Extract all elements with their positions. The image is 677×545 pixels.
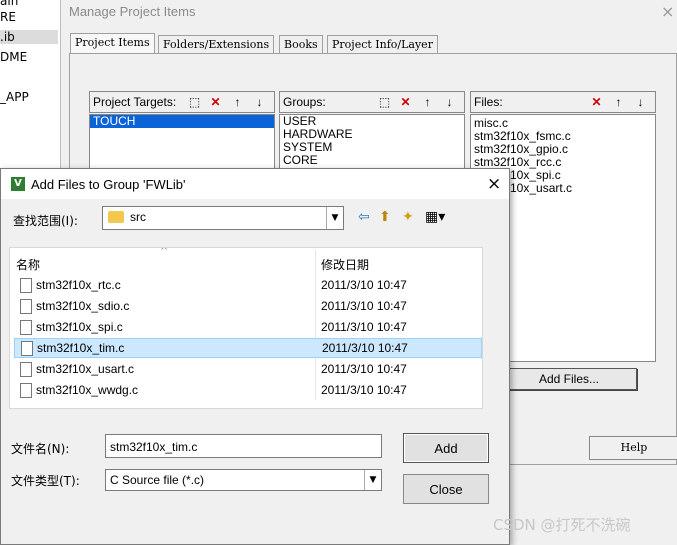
chevron-down-icon[interactable]: ▼ — [326, 207, 343, 229]
tree-item-selected[interactable]: .ib — [0, 30, 58, 44]
file-icon — [20, 320, 32, 335]
file-name: stm32f10x_tim.c — [37, 341, 125, 355]
table-row[interactable]: stm32f10x_spi.c 2011/3/10 10:47 — [14, 317, 480, 337]
table-row[interactable]: stm32f10x_tim.c 2011/3/10 10:47 — [14, 338, 482, 358]
groups-label: Groups: — [283, 95, 326, 109]
tab-books[interactable]: Books — [279, 35, 323, 53]
lookin-label: 查找范围(I): — [13, 214, 78, 228]
table-row[interactable]: stm32f10x_rtc.c 2011/3/10 10:47 — [14, 275, 480, 295]
tree-item[interactable]: ain — [0, 0, 18, 8]
add-files-dialog: V Add Files to Group 'FWLib' × 查找范围(I): … — [0, 168, 510, 545]
targets-list[interactable]: TOUCH — [89, 114, 275, 176]
lookin-value: src — [130, 210, 146, 224]
file-icon — [20, 383, 32, 398]
add-button[interactable]: Add — [403, 433, 489, 463]
list-item[interactable]: CORE — [280, 154, 464, 167]
watermark: CSDN @打死不洗碗 — [493, 516, 631, 534]
file-icon — [21, 341, 33, 356]
new-icon[interactable]: ⬚ — [376, 94, 393, 110]
new-folder-icon[interactable]: ✦ — [402, 209, 414, 225]
file-date: 2011/3/10 10:47 — [321, 278, 407, 292]
up-folder-icon[interactable]: ⬆ — [379, 209, 391, 225]
file-date: 2011/3/10 10:47 — [321, 299, 407, 313]
table-row[interactable]: stm32f10x_wwdg.c 2011/3/10 10:47 — [14, 380, 480, 400]
tree-item[interactable]: _APP — [0, 90, 29, 104]
tab-folders-extensions[interactable]: Folders/Extensions — [158, 35, 275, 53]
move-up-icon[interactable]: ↑ — [610, 94, 627, 110]
close-icon[interactable]: × — [487, 174, 501, 194]
tab-project-info-layer[interactable]: Project Info/Layer — [327, 35, 438, 53]
file-name: stm32f10x_sdio.c — [36, 299, 130, 313]
back-icon[interactable]: ⇦ — [358, 209, 370, 225]
move-up-icon[interactable]: ↑ — [229, 94, 246, 110]
table-row[interactable]: stm32f10x_usart.c 2011/3/10 10:47 — [14, 359, 480, 379]
add-files-button[interactable]: Add Files... — [501, 368, 637, 390]
targets-header: Project Targets: ⬚ ✕ ↑ ↓ — [89, 91, 275, 113]
help-button[interactable]: Help — [589, 436, 677, 460]
list-item[interactable]: TOUCH — [90, 115, 274, 128]
dialog-title: Manage Project Items — [69, 4, 196, 19]
move-up-icon[interactable]: ↑ — [419, 94, 436, 110]
file-icon — [20, 299, 32, 314]
tree-item[interactable]: DME — [0, 50, 27, 64]
file-date: 2011/3/10 10:47 — [321, 383, 407, 397]
filename-input[interactable]: stm32f10x_tim.c — [105, 434, 382, 458]
lookin-dropdown[interactable]: src ▼ — [102, 206, 344, 230]
filename-label: 文件名(N): — [11, 442, 70, 456]
sort-arrow-icon: ^ — [160, 247, 169, 257]
file-name: stm32f10x_rtc.c — [36, 278, 121, 292]
table-row[interactable]: stm32f10x_sdio.c 2011/3/10 10:47 — [14, 296, 480, 316]
files-label: Files: — [474, 95, 503, 109]
move-down-icon[interactable]: ↓ — [251, 94, 268, 110]
targets-label: Project Targets: — [93, 95, 177, 109]
groups-list[interactable]: USER HARDWARE SYSTEM CORE — [279, 114, 465, 176]
column-header-date[interactable]: 修改日期 — [321, 256, 369, 273]
files-header: Files: ✕ ↑ ↓ — [470, 91, 656, 113]
file-list[interactable]: ^ 名称 修改日期 stm32f10x_rtc.c 2011/3/10 10:47… — [9, 247, 483, 409]
column-header-name[interactable]: 名称 — [16, 256, 40, 273]
file-name: stm32f10x_usart.c — [36, 362, 135, 376]
new-icon[interactable]: ⬚ — [186, 94, 203, 110]
move-down-icon[interactable]: ↓ — [632, 94, 649, 110]
delete-icon[interactable]: ✕ — [207, 94, 224, 110]
tab-project-items[interactable]: Project Items — [70, 33, 155, 54]
chevron-down-icon[interactable]: ▼ — [364, 470, 381, 490]
file-date: 2011/3/10 10:47 — [322, 341, 408, 355]
file-date: 2011/3/10 10:47 — [321, 320, 407, 334]
tree-item[interactable]: RE — [0, 10, 16, 24]
delete-icon[interactable]: ✕ — [588, 94, 605, 110]
file-name: stm32f10x_wwdg.c — [36, 383, 139, 397]
folder-icon — [108, 211, 124, 223]
groups-header: Groups: ⬚ ✕ ↑ ↓ — [279, 91, 465, 113]
view-menu-icon[interactable]: ▦▾ — [425, 209, 445, 225]
filetype-value: C Source file (*.c) — [110, 473, 205, 487]
filetype-dropdown[interactable]: C Source file (*.c) ▼ — [105, 469, 382, 491]
move-down-icon[interactable]: ↓ — [441, 94, 458, 110]
file-icon — [20, 362, 32, 377]
file-name: stm32f10x_spi.c — [36, 320, 123, 334]
close-icon[interactable]: × — [661, 2, 674, 21]
dialog-title: Add Files to Group 'FWLib' — [31, 177, 186, 192]
keil-app-icon: V — [11, 177, 25, 191]
delete-icon[interactable]: ✕ — [397, 94, 414, 110]
filetype-label: 文件类型(T): — [11, 474, 80, 488]
close-button[interactable]: Close — [403, 474, 489, 504]
file-date: 2011/3/10 10:47 — [321, 362, 407, 376]
file-icon — [20, 278, 32, 293]
